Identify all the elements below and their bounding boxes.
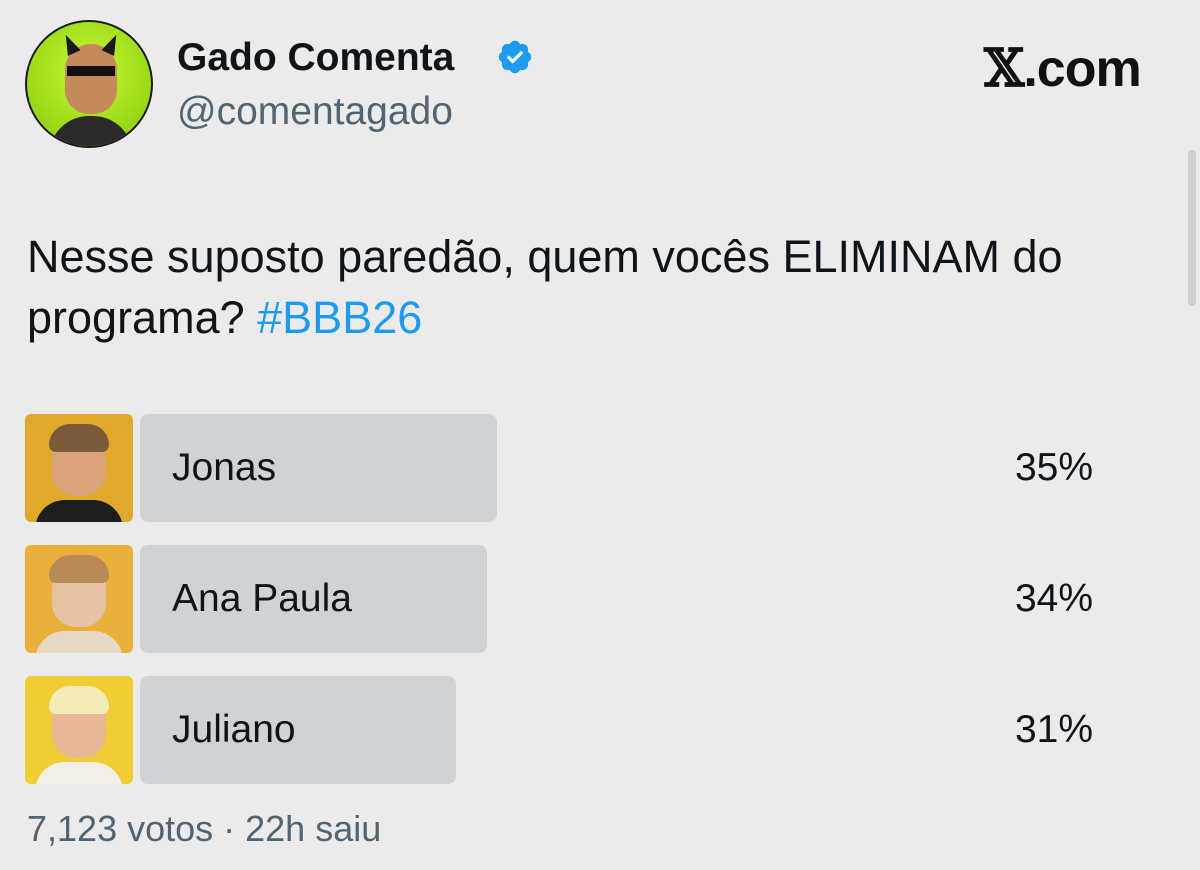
poll-option-percent: 31% [1014, 708, 1093, 751]
author-avatar[interactable] [25, 20, 153, 148]
post-body: Nesse suposto paredão, quem vocês ELIMIN… [27, 231, 1063, 343]
x-logo: 𝕏.com [984, 38, 1142, 99]
poll-votes: 7,123 votos [27, 808, 214, 849]
post-card: Gado Comenta @comentagado 𝕏.com Nesse su… [0, 0, 1200, 870]
poll-option: Ana Paula 34% [25, 545, 1175, 653]
poll-option-label: Ana Paula [172, 577, 352, 620]
hashtag-link[interactable]: #BBB26 [257, 292, 422, 343]
poll-option-photo [25, 676, 133, 784]
poll-option-label: Jonas [172, 446, 277, 489]
poll-option: Jonas 35% [25, 414, 1175, 522]
poll-option-percent: 34% [1014, 577, 1093, 620]
avatar-face [65, 44, 117, 114]
poll-status: 22h saiu [245, 808, 382, 849]
poll-option-photo [25, 545, 133, 653]
x-logo-icon: 𝕏 [984, 38, 1024, 99]
scrollbar[interactable] [1188, 150, 1196, 306]
avatar-shirt [49, 116, 133, 146]
x-logo-suffix: .com [1023, 40, 1141, 98]
poll-footer: 7,123 votos · 22h saiu [27, 808, 382, 849]
poll-option-percent: 35% [1014, 446, 1093, 489]
poll-option-label: Juliano [172, 708, 296, 751]
post-text: Nesse suposto paredão, quem vocês ELIMIN… [27, 226, 1177, 348]
poll-option: Juliano 31% [25, 676, 1175, 784]
avatar-glasses [67, 66, 115, 76]
author-handle[interactable]: @comentagado [177, 90, 453, 134]
author-display-name[interactable]: Gado Comenta [177, 36, 454, 80]
poll-bar-track [140, 414, 1160, 522]
verified-badge-icon [498, 40, 532, 74]
poll-option-photo [25, 414, 133, 522]
